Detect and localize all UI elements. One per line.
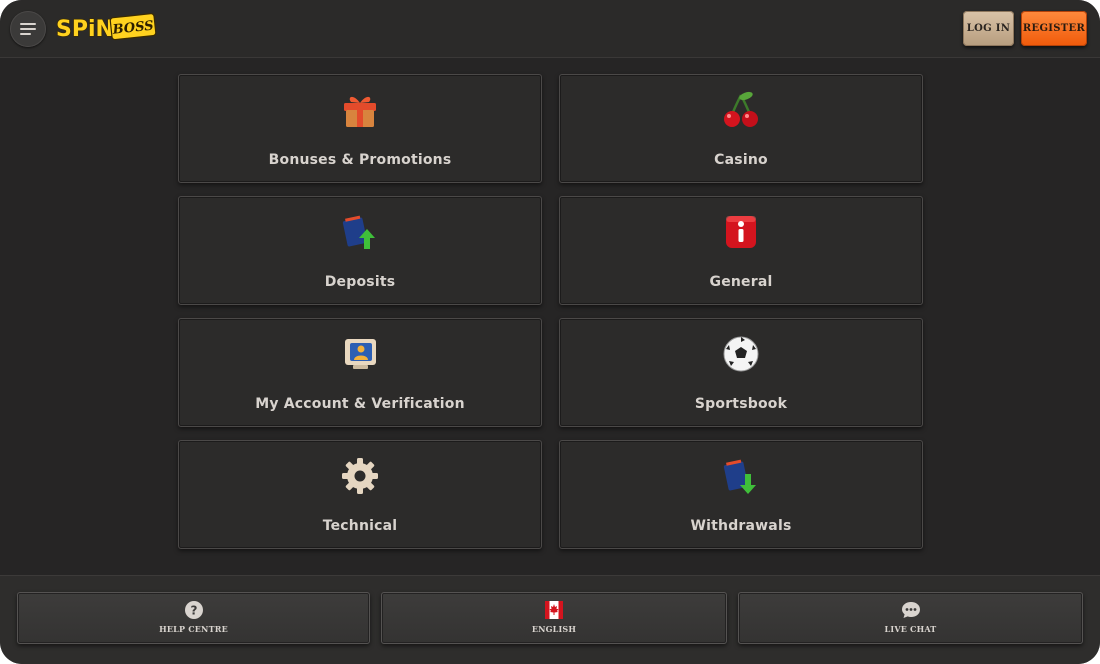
top-bar: SPiN BOSS LOG IN REGISTER (0, 0, 1100, 58)
category-card-general[interactable]: General (559, 196, 923, 305)
chat-bubble-icon (901, 602, 920, 618)
category-label: Technical (322, 518, 398, 534)
footer-label: ENGLISH (531, 624, 577, 634)
category-label: General (709, 274, 773, 290)
category-card-casino[interactable]: Casino (559, 74, 923, 183)
login-button[interactable]: LOG IN (963, 11, 1014, 46)
hamburger-icon (20, 23, 36, 35)
logo-text-spin: SPiN (56, 17, 114, 42)
category-card-technical[interactable]: Technical (178, 440, 542, 549)
category-card-my-account[interactable]: My Account & Verification (178, 318, 542, 427)
menu-button[interactable] (10, 11, 46, 47)
category-label: Withdrawals (690, 518, 792, 534)
cherries-icon (724, 91, 758, 127)
help-category-grid: Bonuses & Promotions Casino Deposits Gen… (178, 74, 923, 549)
footer-label: HELP CENTRE (159, 624, 228, 634)
footer-bar: ? HELP CENTRE ENGLISH LIVE CHAT (0, 575, 1100, 664)
category-label: Deposits (324, 274, 396, 290)
category-card-withdrawals[interactable]: Withdrawals (559, 440, 923, 549)
language-button[interactable]: ENGLISH (381, 592, 727, 644)
category-card-bonuses[interactable]: Bonuses & Promotions (178, 74, 542, 183)
soccer-ball-icon (723, 336, 759, 372)
question-circle-icon: ? (184, 601, 203, 619)
account-monitor-icon (345, 339, 376, 369)
canada-flag-icon (545, 601, 563, 619)
category-label: My Account & Verification (255, 396, 465, 412)
gift-icon (344, 96, 376, 127)
register-button[interactable]: REGISTER (1021, 11, 1087, 46)
category-label: Bonuses & Promotions (268, 152, 452, 168)
category-label: Sportsbook (694, 396, 788, 412)
footer-label: LIVE CHAT (884, 624, 937, 634)
spinboss-logo[interactable]: SPiN BOSS (54, 10, 158, 48)
svg-text:?: ? (190, 604, 197, 618)
wallet-up-icon (342, 215, 375, 249)
live-chat-button[interactable]: LIVE CHAT (738, 592, 1083, 644)
info-icon (726, 216, 756, 248)
category-label: Casino (714, 152, 768, 168)
app-window: SPiN BOSS LOG IN REGISTER Bonuses & Prom… (0, 0, 1100, 664)
help-centre-button[interactable]: ? HELP CENTRE (17, 592, 370, 644)
category-card-deposits[interactable]: Deposits (178, 196, 542, 305)
wallet-down-icon (723, 459, 756, 494)
gear-icon (342, 458, 378, 494)
category-card-sportsbook[interactable]: Sportsbook (559, 318, 923, 427)
